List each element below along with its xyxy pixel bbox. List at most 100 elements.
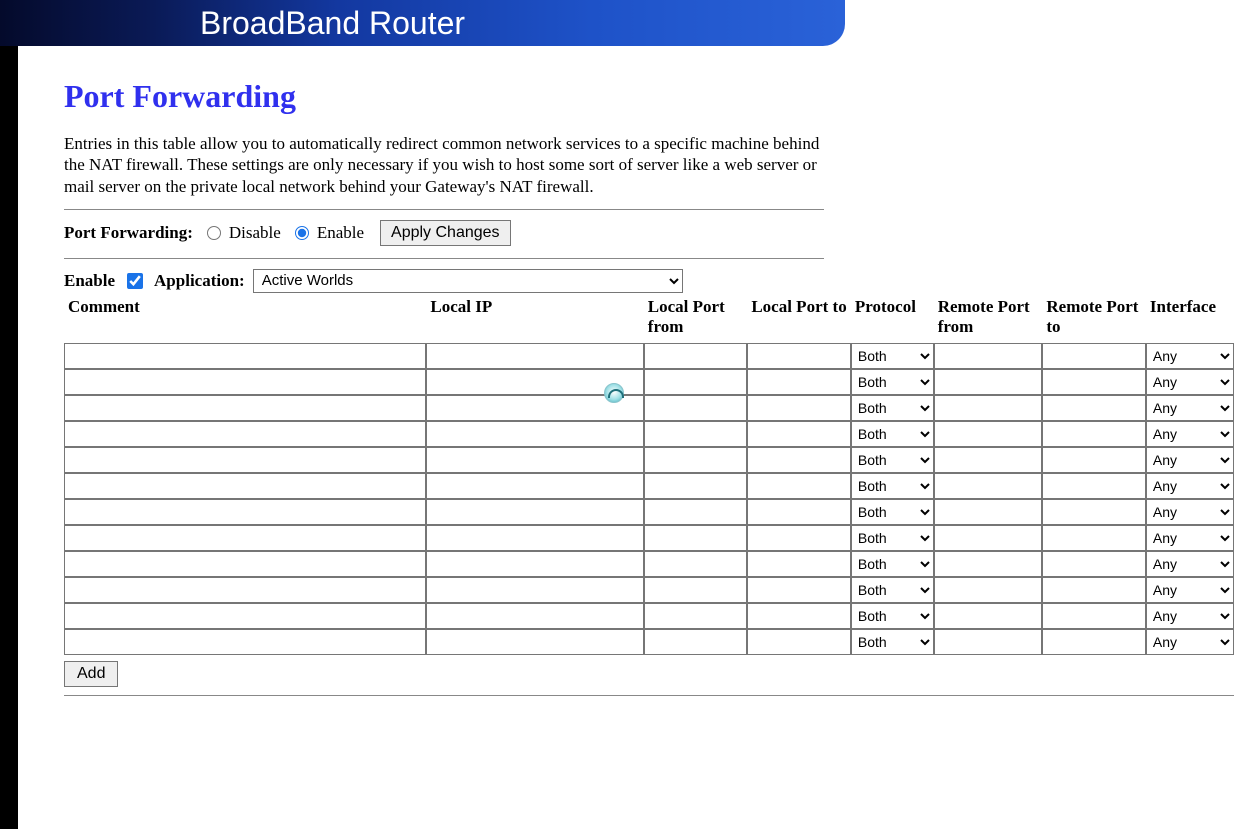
remote-port-from-input[interactable] [934, 473, 1043, 499]
enable-radio[interactable] [295, 226, 309, 240]
local-port-from-input[interactable] [644, 551, 748, 577]
comment-input[interactable] [64, 343, 426, 369]
comment-input[interactable] [64, 525, 426, 551]
remote-port-to-input[interactable] [1042, 421, 1146, 447]
local-port-from-input[interactable] [644, 473, 748, 499]
remote-port-to-input[interactable] [1042, 577, 1146, 603]
local-port-from-input[interactable] [644, 603, 748, 629]
local-port-from-input[interactable] [644, 499, 748, 525]
comment-input[interactable] [64, 577, 426, 603]
interface-select[interactable]: Any [1146, 499, 1234, 525]
local-port-from-input[interactable] [644, 629, 748, 655]
remote-port-to-input[interactable] [1042, 499, 1146, 525]
interface-select[interactable]: Any [1146, 395, 1234, 421]
local-port-to-input[interactable] [747, 499, 851, 525]
local-port-to-input[interactable] [747, 551, 851, 577]
remote-port-from-input[interactable] [934, 447, 1043, 473]
remote-port-to-input[interactable] [1042, 343, 1146, 369]
protocol-select[interactable]: Both [851, 343, 934, 369]
remote-port-from-input[interactable] [934, 499, 1043, 525]
comment-input[interactable] [64, 421, 426, 447]
remote-port-from-input[interactable] [934, 369, 1043, 395]
protocol-select[interactable]: Both [851, 499, 934, 525]
comment-input[interactable] [64, 551, 426, 577]
add-button[interactable]: Add [64, 661, 118, 687]
local-ip-input[interactable] [426, 473, 643, 499]
local-port-from-input[interactable] [644, 421, 748, 447]
local-ip-input[interactable] [426, 525, 643, 551]
protocol-select[interactable]: Both [851, 447, 934, 473]
remote-port-from-input[interactable] [934, 629, 1043, 655]
remote-port-to-input[interactable] [1042, 629, 1146, 655]
local-port-from-input[interactable] [644, 447, 748, 473]
local-ip-input[interactable] [426, 499, 643, 525]
remote-port-from-input[interactable] [934, 551, 1043, 577]
local-port-to-input[interactable] [747, 629, 851, 655]
local-port-to-input[interactable] [747, 577, 851, 603]
application-select[interactable]: Active Worlds [253, 269, 683, 293]
disable-radio[interactable] [207, 226, 221, 240]
local-port-to-input[interactable] [747, 369, 851, 395]
local-port-from-input[interactable] [644, 525, 748, 551]
interface-select[interactable]: Any [1146, 629, 1234, 655]
local-port-from-input[interactable] [644, 343, 748, 369]
comment-input[interactable] [64, 603, 426, 629]
remote-port-to-input[interactable] [1042, 473, 1146, 499]
local-port-to-input[interactable] [747, 421, 851, 447]
remote-port-from-input[interactable] [934, 343, 1043, 369]
protocol-select[interactable]: Both [851, 395, 934, 421]
local-port-from-input[interactable] [644, 369, 748, 395]
comment-input[interactable] [64, 395, 426, 421]
remote-port-to-input[interactable] [1042, 525, 1146, 551]
protocol-select[interactable]: Both [851, 629, 934, 655]
local-port-to-input[interactable] [747, 473, 851, 499]
interface-select[interactable]: Any [1146, 421, 1234, 447]
protocol-select[interactable]: Both [851, 525, 934, 551]
protocol-select[interactable]: Both [851, 473, 934, 499]
local-ip-input[interactable] [426, 577, 643, 603]
remote-port-from-input[interactable] [934, 421, 1043, 447]
local-ip-input[interactable] [426, 629, 643, 655]
comment-input[interactable] [64, 629, 426, 655]
local-port-to-input[interactable] [747, 525, 851, 551]
local-port-from-input[interactable] [644, 395, 748, 421]
comment-input[interactable] [64, 369, 426, 395]
interface-select[interactable]: Any [1146, 447, 1234, 473]
apply-changes-button[interactable]: Apply Changes [380, 220, 511, 246]
local-port-to-input[interactable] [747, 395, 851, 421]
interface-select[interactable]: Any [1146, 343, 1234, 369]
remote-port-from-input[interactable] [934, 577, 1043, 603]
interface-select[interactable]: Any [1146, 551, 1234, 577]
remote-port-from-input[interactable] [934, 395, 1043, 421]
interface-select[interactable]: Any [1146, 369, 1234, 395]
local-ip-input[interactable] [426, 603, 643, 629]
protocol-select[interactable]: Both [851, 603, 934, 629]
remote-port-to-input[interactable] [1042, 395, 1146, 421]
remote-port-to-input[interactable] [1042, 369, 1146, 395]
remote-port-to-input[interactable] [1042, 447, 1146, 473]
protocol-select[interactable]: Both [851, 421, 934, 447]
comment-input[interactable] [64, 447, 426, 473]
local-ip-input[interactable] [426, 395, 643, 421]
remote-port-from-input[interactable] [934, 603, 1043, 629]
comment-input[interactable] [64, 473, 426, 499]
local-ip-input[interactable] [426, 369, 643, 395]
comment-input[interactable] [64, 499, 426, 525]
interface-select[interactable]: Any [1146, 577, 1234, 603]
local-port-to-input[interactable] [747, 603, 851, 629]
remote-port-to-input[interactable] [1042, 603, 1146, 629]
interface-select[interactable]: Any [1146, 525, 1234, 551]
interface-select[interactable]: Any [1146, 473, 1234, 499]
protocol-select[interactable]: Both [851, 577, 934, 603]
remote-port-from-input[interactable] [934, 525, 1043, 551]
protocol-select[interactable]: Both [851, 369, 934, 395]
protocol-select[interactable]: Both [851, 551, 934, 577]
local-port-from-input[interactable] [644, 577, 748, 603]
local-ip-input[interactable] [426, 447, 643, 473]
remote-port-to-input[interactable] [1042, 551, 1146, 577]
enable-checkbox[interactable] [127, 273, 143, 289]
local-ip-input[interactable] [426, 343, 643, 369]
interface-select[interactable]: Any [1146, 603, 1234, 629]
local-ip-input[interactable] [426, 551, 643, 577]
local-port-to-input[interactable] [747, 343, 851, 369]
